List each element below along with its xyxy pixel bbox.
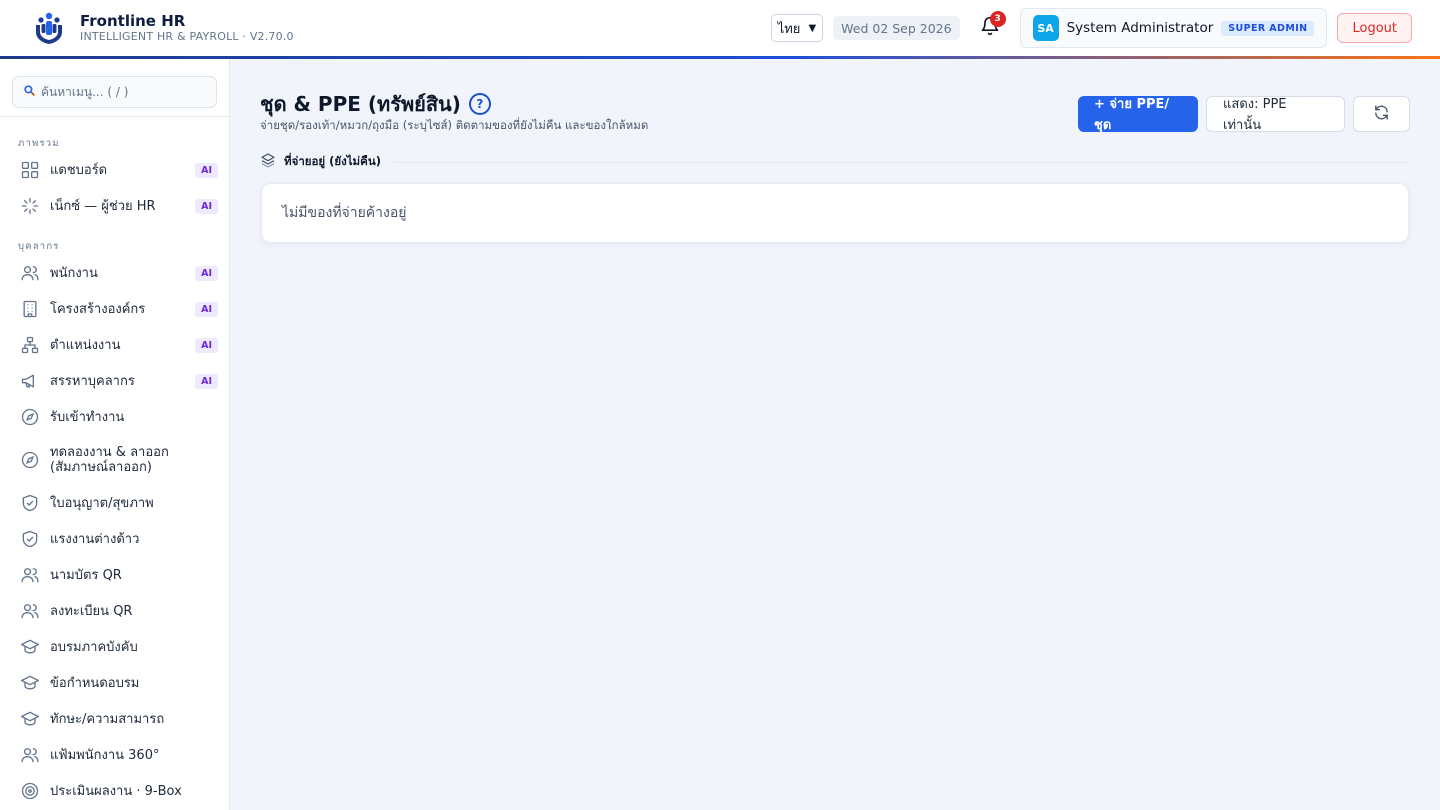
- sidebar-item-qr-business-card[interactable]: นามบัตร QR: [12, 563, 218, 587]
- brand[interactable]: Frontline HR INTELLIGENT HR & PAYROLL · …: [32, 11, 294, 45]
- graduation-cap-icon: [20, 709, 40, 729]
- users-icon: [20, 565, 40, 585]
- logout-button[interactable]: Logout: [1337, 13, 1412, 43]
- sidebar-item-label: รับเข้าทำงาน: [50, 409, 125, 425]
- users-icon: [20, 601, 40, 621]
- page-actions: + จ่าย PPE/ชุด แสดง: PPE เท่านั้น: [1078, 96, 1410, 133]
- sidebar-item-label: ทดลองงาน & ลาออก: [50, 445, 169, 460]
- search-placeholder: ค้นหาเมนู... ( / ): [41, 84, 129, 99]
- date-display: Wed 02 Sep 2026: [833, 16, 960, 40]
- sidebar-item-label: พนักงาน: [50, 265, 98, 281]
- ai-badge: AI: [195, 337, 218, 353]
- sidebar-item-mandatory-training[interactable]: อบรมภาคบังคับ: [12, 635, 218, 659]
- users-icon: [20, 263, 40, 283]
- empty-state-card: ไม่มีของที่จ่ายค้างอยู่: [261, 183, 1409, 243]
- shield-check-icon: [20, 493, 40, 513]
- ppe-filter-button[interactable]: แสดง: PPE เท่านั้น: [1206, 96, 1345, 133]
- sidebar-item-label: ประเมินผลงาน · 9-Box: [50, 783, 182, 799]
- ai-badge: AI: [195, 162, 218, 178]
- user-menu[interactable]: SA System Administrator SUPER ADMIN: [1019, 8, 1328, 48]
- sidebar-group-personnel: บุคลากร: [18, 241, 60, 252]
- sidebar-item-label: แฟ้มพนักงาน 360°: [50, 747, 160, 763]
- graduation-cap-icon: [20, 673, 40, 693]
- section-divider: [392, 161, 1410, 163]
- sidebar-item-probation-resignation[interactable]: ทดลองงาน & ลาออก (สัมภาษณ์ลาออก): [12, 443, 218, 477]
- compass-icon: [20, 407, 40, 427]
- sidebar-item-dashboard[interactable]: แดชบอร์ด AI: [12, 158, 218, 182]
- sidebar-item-label: นามบัตร QR: [50, 567, 122, 583]
- ai-badge: AI: [195, 373, 218, 389]
- brand-version: INTELLIGENT HR & PAYROLL · V2.70.0: [80, 29, 294, 43]
- ai-badge: AI: [195, 265, 218, 281]
- sidebar-divider: [0, 116, 229, 117]
- sparkle-icon: [20, 196, 40, 216]
- sidebar: ค้นหาเมนู... ( / ) ภาพรวม แดชบอร์ด AI เน…: [0, 59, 230, 810]
- megaphone-icon: [20, 371, 40, 391]
- sidebar-item-training-requirements[interactable]: ข้อกำหนดอบรม: [12, 671, 218, 695]
- brand-logo-icon: [32, 11, 66, 45]
- menu-search-input[interactable]: ค้นหาเมนู... ( / ): [12, 76, 217, 108]
- sidebar-item-employees[interactable]: พนักงาน AI: [12, 261, 218, 285]
- top-bar: Frontline HR INTELLIGENT HR & PAYROLL · …: [0, 0, 1440, 56]
- sidebar-item-skills[interactable]: ทักษะ/ความสามารถ: [12, 707, 218, 731]
- sidebar-item-label: เน็กซ์ — ผู้ช่วย HR: [50, 198, 156, 214]
- grid-icon: [20, 160, 40, 180]
- avatar: SA: [1032, 15, 1059, 41]
- sidebar-item-label: ใบอนุญาต/สุขภาพ: [50, 495, 154, 511]
- sidebar-item-licenses-health[interactable]: ใบอนุญาต/สุขภาพ: [12, 491, 218, 515]
- user-name: System Administrator: [1066, 20, 1214, 36]
- sidebar-item-label: โครงสร้างองค์กร: [50, 301, 146, 317]
- page-subtitle: จ่ายชุด/รองเท้า/หมวก/ถุงมือ (ระบุไซส์) ต…: [260, 118, 649, 132]
- shield-check-icon: [20, 529, 40, 549]
- sidebar-item-employee-360[interactable]: แฟ้มพนักงาน 360°: [12, 743, 218, 767]
- notification-count-badge: 3: [989, 11, 1006, 27]
- chevron-down-icon: ▼: [808, 22, 817, 34]
- sidebar-item-org-structure[interactable]: โครงสร้างองค์กร AI: [12, 297, 218, 321]
- sidebar-item-label: ข้อกำหนดอบรม: [50, 675, 140, 691]
- users-icon: [20, 745, 40, 765]
- target-icon: [20, 781, 40, 801]
- help-icon[interactable]: ?: [468, 93, 491, 115]
- sidebar-item-label: ทักษะ/ความสามารถ: [50, 711, 165, 727]
- issue-ppe-button[interactable]: + จ่าย PPE/ชุด: [1078, 96, 1198, 133]
- ai-badge: AI: [195, 301, 218, 317]
- role-badge: SUPER ADMIN: [1221, 20, 1315, 36]
- sidebar-item-label: อบรมภาคบังคับ: [50, 639, 138, 655]
- building-icon: [20, 299, 40, 319]
- language-select[interactable]: ไทย ▼: [770, 14, 824, 42]
- page-title: ชุด & PPE (ทรัพย์สิน): [260, 92, 461, 116]
- search-icon: [23, 84, 36, 100]
- brand-name: Frontline HR: [80, 11, 186, 30]
- sidebar-item-positions[interactable]: ตำแหน่งงาน AI: [12, 333, 218, 357]
- compass-icon: [20, 450, 40, 470]
- page-title-row: ชุด & PPE (ทรัพย์สิน) ?: [260, 88, 491, 120]
- sidebar-item-performance-9box[interactable]: ประเมินผลงาน · 9-Box: [12, 779, 218, 803]
- layers-icon: [260, 152, 276, 172]
- notifications-button[interactable]: 3: [970, 8, 1010, 48]
- refresh-button[interactable]: [1353, 96, 1410, 132]
- sidebar-item-foreign-workers[interactable]: แรงงานต่างด้าว: [12, 527, 218, 551]
- refresh-icon: [1373, 104, 1390, 125]
- language-value: ไทย: [777, 21, 801, 37]
- sidebar-item-onboarding[interactable]: รับเข้าทำงาน: [12, 405, 218, 429]
- sidebar-group-overview: ภาพรวม: [18, 138, 60, 149]
- sidebar-item-label: แดชบอร์ด: [50, 162, 108, 178]
- sidebar-item-label-line2: (สัมภาษณ์ลาออก): [50, 460, 152, 475]
- org-chart-icon: [20, 335, 40, 355]
- graduation-cap-icon: [20, 637, 40, 657]
- sidebar-item-label: สรรหาบุคลากร: [50, 373, 135, 389]
- sidebar-item-label: ตำแหน่งงาน: [50, 337, 121, 353]
- sidebar-item-recruitment[interactable]: สรรหาบุคลากร AI: [12, 369, 218, 393]
- ai-badge: AI: [195, 198, 218, 214]
- sidebar-item-hr-assistant[interactable]: เน็กซ์ — ผู้ช่วย HR AI: [12, 194, 218, 218]
- empty-state-message: ไม่มีของที่จ่ายค้างอยู่: [282, 205, 407, 221]
- sidebar-item-qr-registration[interactable]: ลงทะเบียน QR: [12, 599, 218, 623]
- sidebar-item-label: แรงงานต่างด้าว: [50, 531, 140, 547]
- sidebar-item-label: ลงทะเบียน QR: [50, 603, 133, 619]
- section-header: ที่จ่ายอยู่ (ยังไม่คืน): [260, 152, 1410, 172]
- section-title: ที่จ่ายอยู่ (ยังไม่คืน): [284, 154, 381, 168]
